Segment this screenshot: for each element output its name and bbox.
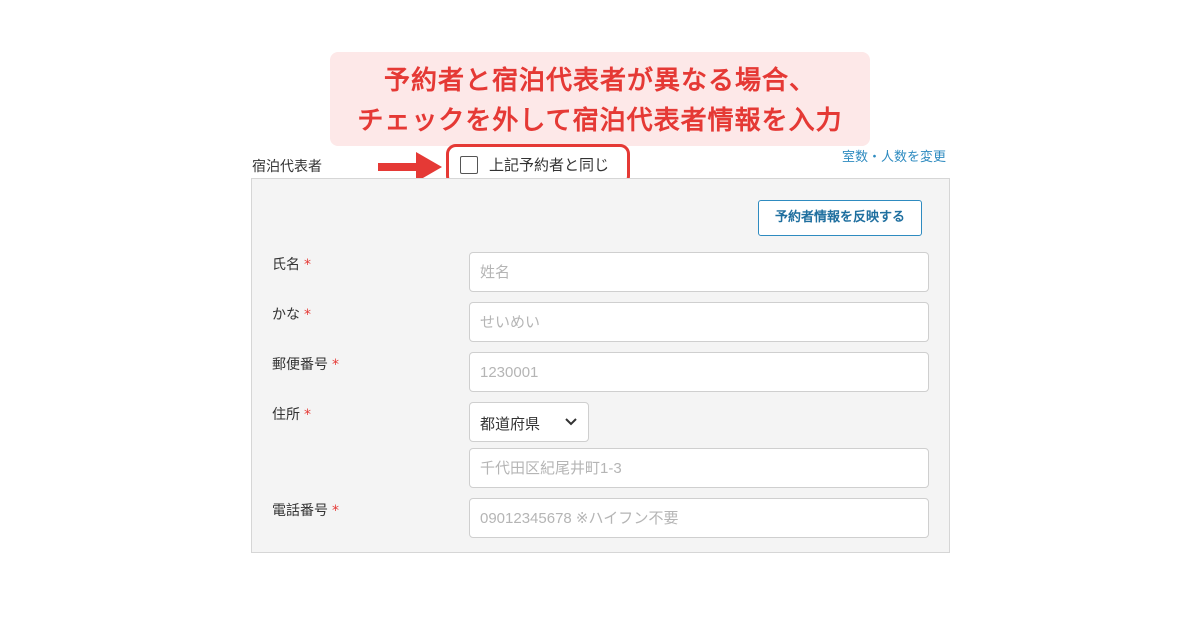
annotation-callout: 予約者と宿泊代表者が異なる場合、 チェックを外して宿泊代表者情報を入力 — [330, 52, 870, 146]
change-rooms-link[interactable]: 室数・人数を変更 — [842, 146, 946, 165]
section-title: 宿泊代表者 — [252, 159, 322, 175]
name-input[interactable] — [469, 252, 929, 292]
same-as-booker-checkbox[interactable] — [460, 156, 478, 174]
phone-label: 電話番号 * — [272, 500, 339, 520]
address-input[interactable] — [469, 448, 929, 488]
chevron-down-icon — [565, 418, 577, 426]
phone-input[interactable] — [469, 498, 929, 538]
name-label: 氏名 * — [272, 254, 311, 274]
name-label-text: 氏名 — [272, 257, 300, 273]
required-mark: * — [332, 357, 339, 373]
kana-label-text: かな — [272, 307, 300, 323]
postal-code-input[interactable] — [469, 352, 929, 392]
kana-input[interactable] — [469, 302, 929, 342]
address-label-text: 住所 — [272, 407, 300, 423]
required-mark: * — [304, 407, 311, 423]
required-mark: * — [304, 257, 311, 273]
required-mark: * — [332, 503, 339, 519]
prefecture-select-value: 都道府県 — [480, 415, 541, 433]
address-label: 住所 * — [272, 404, 311, 424]
kana-label: かな * — [272, 304, 311, 324]
callout-line-1: 予約者と宿泊代表者が異なる場合、 — [383, 66, 816, 96]
required-mark: * — [304, 307, 311, 323]
postal-label-text: 郵便番号 — [272, 357, 328, 373]
same-as-booker-label[interactable]: 上記予約者と同じ — [489, 154, 609, 175]
prefecture-select[interactable]: 都道府県 — [469, 402, 589, 442]
postal-label: 郵便番号 * — [272, 354, 339, 374]
phone-label-text: 電話番号 — [272, 503, 328, 519]
reflect-booker-info-button[interactable]: 予約者情報を反映する — [758, 200, 922, 236]
callout-line-2: チェックを外して宿泊代表者情報を入力 — [357, 106, 843, 136]
